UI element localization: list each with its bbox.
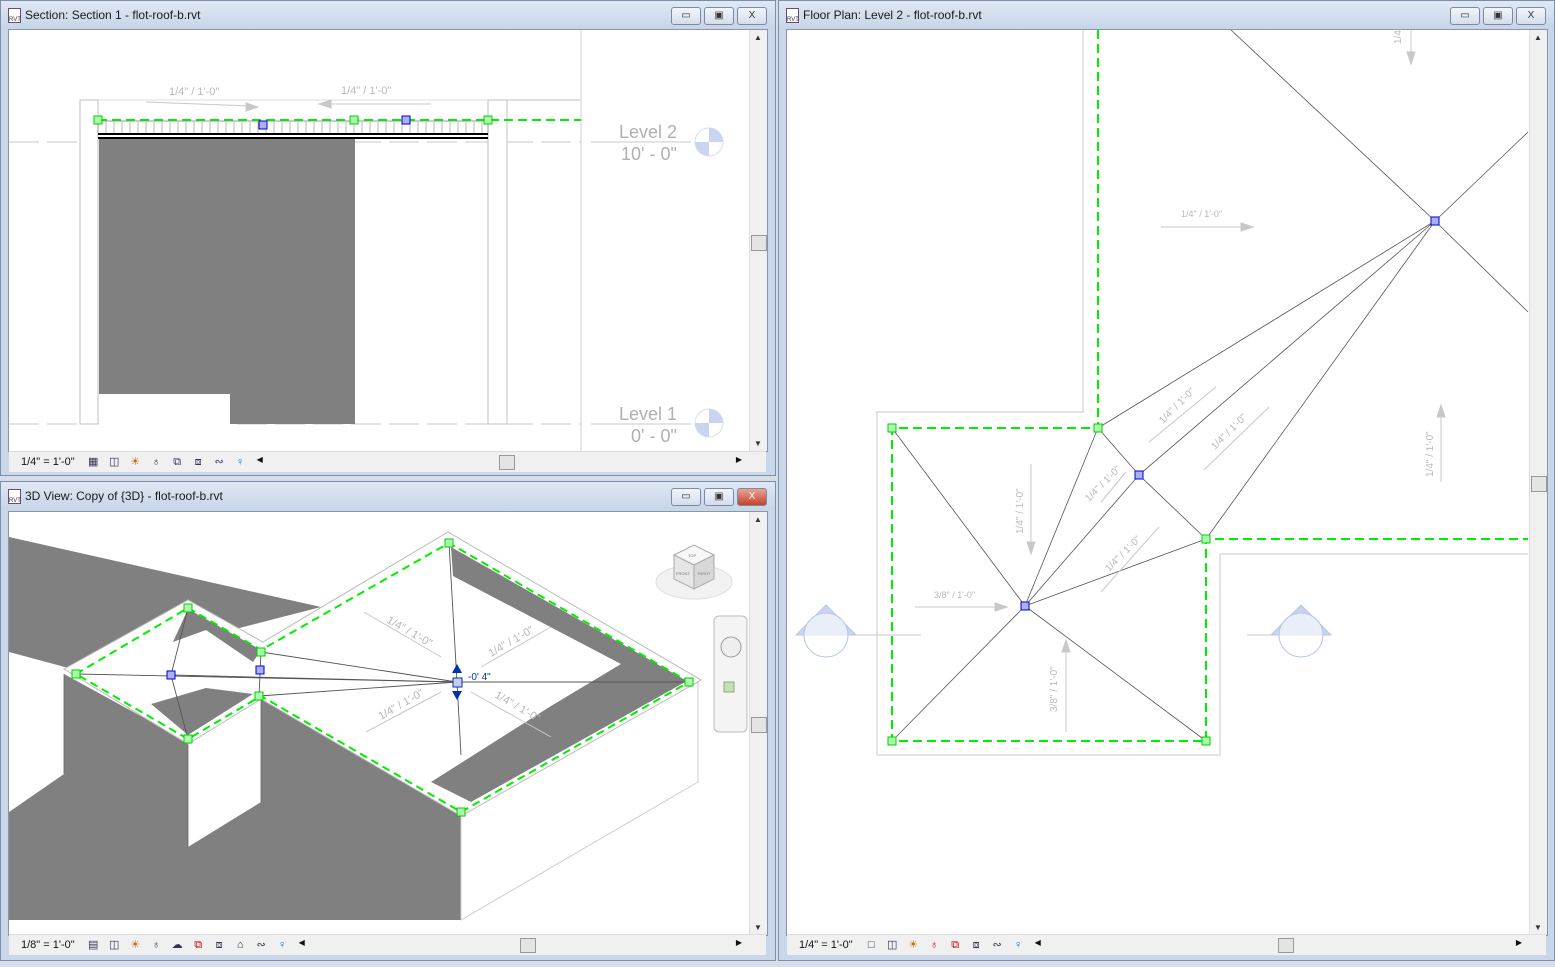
slope-label: 1/4" / 1'-0" xyxy=(1015,488,1026,534)
slope-label: 3/8" / 1'-0" xyxy=(934,590,975,600)
level-head-icon xyxy=(694,127,724,438)
rvt-file-icon: RVT xyxy=(8,488,21,504)
reveal-hidden-icon[interactable]: ♀ xyxy=(1010,938,1027,952)
section-marker[interactable] xyxy=(794,604,921,658)
crop-view-icon[interactable]: ⧉ xyxy=(947,938,964,952)
minimize-button[interactable]: ▭ xyxy=(671,7,701,25)
viewcube[interactable]: TOP FRONT RIGHT xyxy=(655,544,733,600)
shadows-icon[interactable]: ♁ xyxy=(148,938,165,952)
viewcube-right: RIGHT xyxy=(698,571,711,576)
view-control-bar: 1/4" = 1'-0" ▦ ◫ ☀ ♁ ⧉ ⧈ ∾ ♀ ◀ ▶ xyxy=(9,451,766,472)
horizontal-scrollbar[interactable]: ◀ ▶ xyxy=(1031,937,1526,953)
detail-level-icon[interactable]: ▤ xyxy=(85,938,102,952)
scale-selector[interactable]: 1/8" = 1'-0" xyxy=(21,939,75,951)
minimize-button[interactable]: ▭ xyxy=(1450,7,1480,25)
detail-level-icon[interactable]: □ xyxy=(863,938,880,952)
sun-path-off-icon[interactable]: ☀ xyxy=(127,938,144,952)
3d-canvas[interactable]: 1/4" / 1'-0" 1/4" / 1'-0" 1/4" / 1'-0" 1… xyxy=(8,511,768,936)
section-fill xyxy=(99,137,355,424)
sun-path-off-icon[interactable]: ☀ xyxy=(905,938,922,952)
roof-section[interactable] xyxy=(97,120,489,139)
slope-label: 1/4" / 1'-0" xyxy=(341,85,391,97)
ridge-lines xyxy=(891,30,1529,742)
visual-style-icon[interactable]: ◫ xyxy=(884,938,901,952)
close-button[interactable]: X xyxy=(737,7,767,25)
scale-selector[interactable]: 1/4" = 1'-0" xyxy=(799,939,853,951)
vertical-scrollbar[interactable]: ▲ ▼ xyxy=(1529,30,1547,935)
shadows-off-icon[interactable]: ♁ xyxy=(926,938,943,952)
section-marker[interactable] xyxy=(1247,604,1333,658)
show-rendering-icon[interactable]: ☁ xyxy=(169,938,186,952)
wall-outlines xyxy=(876,30,1528,756)
temporary-hide-icon[interactable]: ∾ xyxy=(211,455,228,469)
level-elevation[interactable]: 0' - 0" xyxy=(631,426,677,446)
rvt-file-icon: RVT xyxy=(8,7,21,23)
detail-level-icon[interactable]: ▦ xyxy=(85,455,102,469)
view-control-bar: 1/4" = 1'-0" □ ◫ ☀ ♁ ⧉ ⧈ ∾ ♀ ◀ ▶ xyxy=(787,934,1546,955)
horizontal-scrollbar[interactable]: ◀ ▶ xyxy=(295,937,746,953)
slope-label: 3/8" / 1'-0" xyxy=(1049,666,1060,712)
vertical-scrollbar[interactable]: ▲ ▼ xyxy=(749,512,767,935)
shadows-icon[interactable]: ♁ xyxy=(148,455,165,469)
rvt-file-icon: RVT xyxy=(786,7,799,23)
window-title: Section: Section 1 - flot-roof-b.rvt xyxy=(25,8,201,22)
plan-canvas[interactable]: 1/4" / 1'-0" 1/4" / 1'-0" 1/4" / 1'-0" 1… xyxy=(786,29,1548,936)
slope-label: 1/4" / 1'-0" xyxy=(1083,464,1123,504)
close-button[interactable]: X xyxy=(737,488,767,506)
crop-region-icon[interactable]: ⧈ xyxy=(968,938,985,952)
view-control-bar: 1/8" = 1'-0" ▤ ◫ ☀ ♁ ☁ ⧉ ⧈ ⌂ ∾ ♀ ◀ ▶ xyxy=(9,934,766,955)
slope-label: 1/4" / 1'-0" xyxy=(1181,209,1222,219)
3d-view-window: RVT 3D View: Copy of {3D} - flot-roof-b.… xyxy=(0,481,776,961)
3d-title-bar[interactable]: RVT 3D View: Copy of {3D} - flot-roof-b.… xyxy=(1,482,775,510)
crop-view-icon[interactable]: ⧉ xyxy=(190,938,207,952)
lock-3d-view-icon[interactable]: ⌂ xyxy=(232,938,249,952)
level-elevation[interactable]: 10' - 0" xyxy=(621,144,677,164)
offset-value[interactable]: -0' 4" xyxy=(468,672,491,683)
viewcube-front: FRONT xyxy=(676,571,690,576)
level-name[interactable]: Level 2 xyxy=(619,122,677,142)
wall-left xyxy=(79,99,99,425)
viewcube-top: TOP xyxy=(688,553,696,558)
restore-button[interactable]: ▣ xyxy=(704,7,734,25)
green-sketch-boundary[interactable] xyxy=(891,30,1528,742)
slope-label: 1/4" / 1'-0" xyxy=(1425,431,1436,477)
minimize-button[interactable]: ▭ xyxy=(671,488,701,506)
level-name[interactable]: Level 1 xyxy=(619,404,677,424)
temporary-hide-icon[interactable]: ∾ xyxy=(253,938,270,952)
window-title: 3D View: Copy of {3D} - flot-roof-b.rvt xyxy=(25,489,223,503)
scale-selector[interactable]: 1/4" = 1'-0" xyxy=(21,456,75,468)
slope-label: 1/4 xyxy=(1393,30,1404,44)
shape-handles[interactable] xyxy=(887,216,1440,746)
close-button[interactable]: X xyxy=(1516,7,1546,25)
restore-button[interactable]: ▣ xyxy=(704,488,734,506)
slope-label: 1/4" / 1'-0" xyxy=(1103,534,1143,574)
vertical-scrollbar[interactable]: ▲ ▼ xyxy=(749,30,767,451)
wall-right xyxy=(487,99,508,425)
steering-wheel-icon[interactable] xyxy=(720,636,742,658)
crop-view-icon[interactable]: ⧉ xyxy=(169,455,186,469)
plan-title-bar[interactable]: RVT Floor Plan: Level 2 - flot-roof-b.rv… xyxy=(779,1,1554,29)
restore-button[interactable]: ▣ xyxy=(1483,7,1513,25)
sun-path-off-icon[interactable]: ☀ xyxy=(127,455,144,469)
visual-style-icon[interactable]: ◫ xyxy=(106,455,123,469)
slope-label: 1/4" / 1'-0" xyxy=(169,86,219,98)
section-canvas[interactable]: 1/4" / 1'-0" 1/4" / 1'-0" Level 2 10' - … xyxy=(8,29,768,452)
navigation-bar[interactable] xyxy=(713,615,748,733)
reveal-hidden-icon[interactable]: ♀ xyxy=(232,455,249,469)
section-title-bar[interactable]: RVT Section: Section 1 - flot-roof-b.rvt… xyxy=(1,1,775,29)
section-window: RVT Section: Section 1 - flot-roof-b.rvt… xyxy=(0,0,776,476)
zoom-icon[interactable] xyxy=(723,681,735,693)
visual-style-icon[interactable]: ◫ xyxy=(106,938,123,952)
crop-region-icon[interactable]: ⧈ xyxy=(190,455,207,469)
reveal-hidden-icon[interactable]: ♀ xyxy=(274,938,291,952)
window-title: Floor Plan: Level 2 - flot-roof-b.rvt xyxy=(803,8,982,22)
slope-label: 1/4" / 1'-0" xyxy=(1157,386,1197,426)
horizontal-scrollbar[interactable]: ◀ ▶ xyxy=(253,454,746,470)
temporary-hide-icon[interactable]: ∾ xyxy=(989,938,1006,952)
floor-plan-window: RVT Floor Plan: Level 2 - flot-roof-b.rv… xyxy=(778,0,1555,961)
crop-region-icon[interactable]: ⧈ xyxy=(211,938,228,952)
